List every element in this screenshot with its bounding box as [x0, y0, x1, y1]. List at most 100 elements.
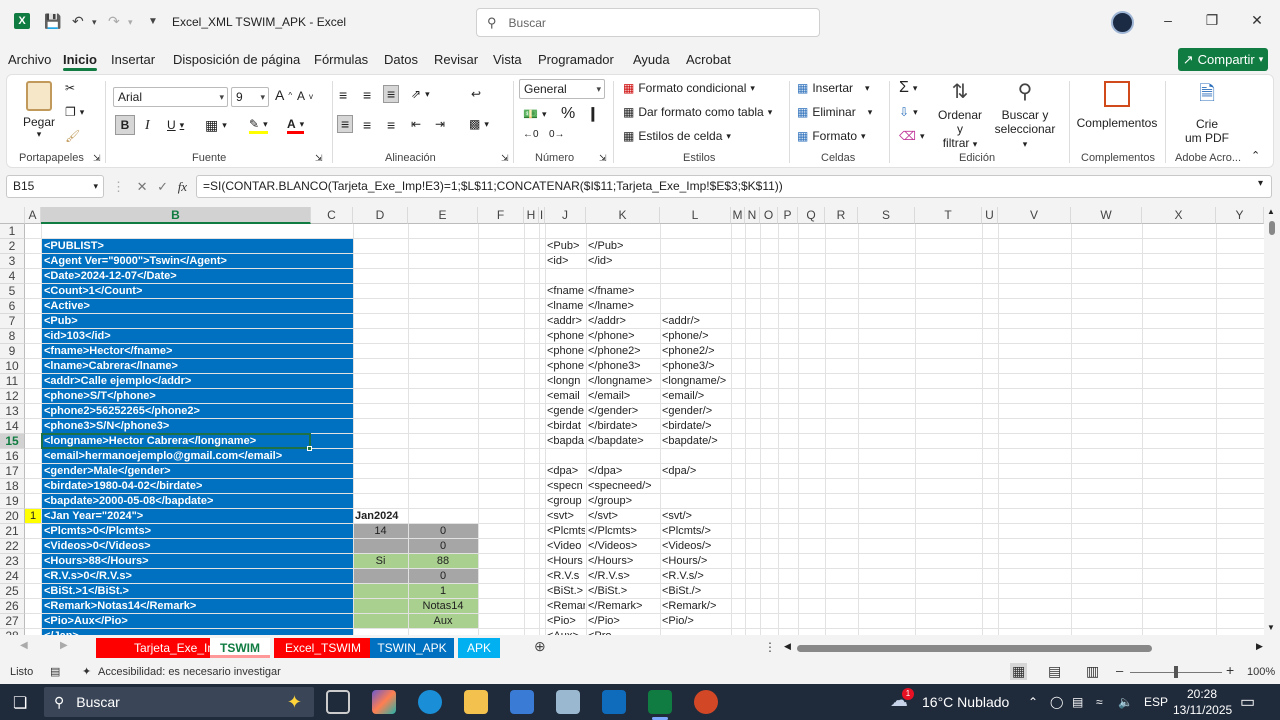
outlook-icon[interactable]: [602, 690, 626, 714]
cell-b[interactable]: <Count>1</Count>: [44, 284, 142, 299]
zoom-out-icon[interactable]: –: [1116, 663, 1123, 678]
align-right-icon[interactable]: ≡: [387, 117, 395, 133]
cell-b[interactable]: <Pub>: [44, 314, 78, 329]
cell-k[interactable]: </gender>: [588, 404, 660, 419]
format-cells-button[interactable]: ▦ Formato ▾: [797, 129, 866, 143]
row-header[interactable]: 24: [0, 569, 25, 584]
cell-k[interactable]: </longname>: [588, 374, 660, 389]
name-box[interactable]: B15 ▾: [6, 175, 104, 198]
cell-j[interactable]: <specn: [547, 479, 585, 494]
cell-l[interactable]: <bapdate/>: [662, 434, 732, 449]
cell-k[interactable]: </lname>: [588, 299, 660, 314]
next-sheet-icon[interactable]: ▶: [60, 640, 68, 651]
cell-b[interactable]: <Active>: [44, 299, 90, 314]
cell-k[interactable]: </Videos>: [588, 539, 660, 554]
column-header-x[interactable]: X: [1142, 207, 1216, 224]
meet-icon[interactable]: ◯: [1050, 684, 1063, 720]
cell-e24[interactable]: 0: [408, 569, 478, 584]
tab-acrobat[interactable]: Acrobat: [686, 52, 731, 67]
row-header[interactable]: 19: [0, 494, 25, 509]
sheet-tab-apk[interactable]: APK: [458, 638, 500, 658]
fill-icon[interactable]: ⇩ ▾: [899, 105, 918, 119]
redo-dropdown-icon[interactable]: ▾: [128, 17, 133, 28]
font-dialog-launcher-icon[interactable]: ⇲: [315, 153, 323, 164]
row-header[interactable]: 4: [0, 269, 25, 284]
cell-k[interactable]: </Remark>: [588, 599, 660, 614]
cell-k[interactable]: </BiSt.>: [588, 584, 660, 599]
cell-j[interactable]: <phone: [547, 329, 585, 344]
autosum-icon[interactable]: Σ ▾: [899, 79, 917, 97]
cell-j[interactable]: <svt>: [547, 509, 585, 524]
notifications-icon[interactable]: ▭: [1240, 692, 1255, 712]
currency-icon[interactable]: 💵 ▾: [523, 107, 546, 121]
row-header[interactable]: 9: [0, 344, 25, 359]
cell-j[interactable]: <lname: [547, 299, 585, 314]
save-icon[interactable]: 💾: [44, 13, 61, 30]
task-view-icon[interactable]: [326, 690, 350, 714]
cell-l[interactable]: <phone2/>: [662, 344, 732, 359]
cell-j[interactable]: <Aux>: [547, 629, 585, 635]
cell-l[interactable]: <phone/>: [662, 329, 732, 344]
tab-vista[interactable]: Vista: [493, 52, 522, 67]
maximize-icon[interactable]: ❐: [1202, 12, 1222, 29]
tab-datos[interactable]: Datos: [384, 52, 418, 67]
cell-j[interactable]: <Hours: [547, 554, 585, 569]
clear-icon[interactable]: ⌫ ▾: [899, 129, 925, 143]
column-header-s[interactable]: S: [858, 207, 915, 224]
row-header[interactable]: 18: [0, 479, 25, 494]
format-as-table-button[interactable]: ▦ Dar formato como tabla ▾: [623, 105, 772, 119]
cell-b[interactable]: <Agent Ver="9000">Tswin</Agent>: [44, 254, 227, 269]
cell-j[interactable]: <email: [547, 389, 585, 404]
align-left-icon[interactable]: ≡: [337, 115, 354, 133]
cell-b[interactable]: <BiSt.>1</BiSt.>: [44, 584, 129, 599]
row-header[interactable]: 12: [0, 389, 25, 404]
cell-b[interactable]: <id>103</id>: [44, 329, 111, 344]
sort-filter-button[interactable]: ⇅ Ordenar y filtrar ▾: [935, 79, 985, 150]
row-header[interactable]: 14: [0, 419, 25, 434]
column-header-c[interactable]: C: [311, 207, 353, 224]
cell-b[interactable]: <Date>2024-12-07</Date>: [44, 269, 177, 284]
clock-date[interactable]: 13/11/2025: [1173, 703, 1232, 717]
cell-e27[interactable]: Aux: [408, 614, 478, 629]
copy-icon[interactable]: ❐ ▾: [65, 105, 84, 119]
row-header[interactable]: 21: [0, 524, 25, 539]
cell-e21[interactable]: 0: [408, 524, 478, 539]
cell-d21[interactable]: 14: [353, 524, 408, 539]
macro-record-icon[interactable]: ▤: [50, 665, 60, 678]
cell-j[interactable]: <Pio>: [547, 614, 585, 629]
column-header-u[interactable]: U: [982, 207, 998, 224]
cell-j[interactable]: <R.V.s: [547, 569, 585, 584]
cell-k[interactable]: </Pub>: [588, 239, 660, 254]
column-header-j[interactable]: J: [545, 207, 586, 224]
cell-j[interactable]: <Pub>: [547, 239, 585, 254]
cell-l[interactable]: <Videos/>: [662, 539, 732, 554]
cell-b[interactable]: <PUBLIST>: [44, 239, 104, 254]
cell-b[interactable]: <Remark>Notas14</Remark>: [44, 599, 196, 614]
column-header-r[interactable]: R: [825, 207, 858, 224]
decrease-indent-icon[interactable]: ⇤: [411, 117, 421, 131]
row-header[interactable]: 27: [0, 614, 25, 629]
cell-k[interactable]: </bapdate>: [588, 434, 660, 449]
cell-d20[interactable]: Jan2024: [355, 509, 407, 524]
cell-k[interactable]: </addr>: [588, 314, 660, 329]
copilot-icon[interactable]: [372, 690, 396, 714]
row-header[interactable]: 11: [0, 374, 25, 389]
minimize-icon[interactable]: –: [1158, 12, 1178, 28]
increase-indent-icon[interactable]: ⇥: [435, 117, 445, 131]
cell-l[interactable]: <phone3/>: [662, 359, 732, 374]
cell-j[interactable]: <gende: [547, 404, 585, 419]
cut-icon[interactable]: ✂: [65, 81, 75, 95]
cell-j[interactable]: <Video: [547, 539, 585, 554]
cell-styles-button[interactable]: ▦ Estilos de celda ▾: [623, 129, 731, 143]
prev-sheet-icon[interactable]: ◀: [20, 640, 28, 651]
cell-b[interactable]: <Jan Year="2024">: [44, 509, 143, 524]
column-header-a[interactable]: A: [25, 207, 41, 224]
excel-taskbar-icon[interactable]: [648, 690, 672, 714]
cell-k[interactable]: </Pio>: [588, 614, 660, 629]
column-header-m[interactable]: M: [731, 207, 745, 224]
cell-l[interactable]: <R.V.s/>: [662, 569, 732, 584]
column-header-t[interactable]: T: [915, 207, 982, 224]
row-header[interactable]: 6: [0, 299, 25, 314]
cell-b[interactable]: <phone2>56252265</phone2>: [44, 404, 200, 419]
decrease-font-icon[interactable]: Av: [297, 89, 313, 103]
